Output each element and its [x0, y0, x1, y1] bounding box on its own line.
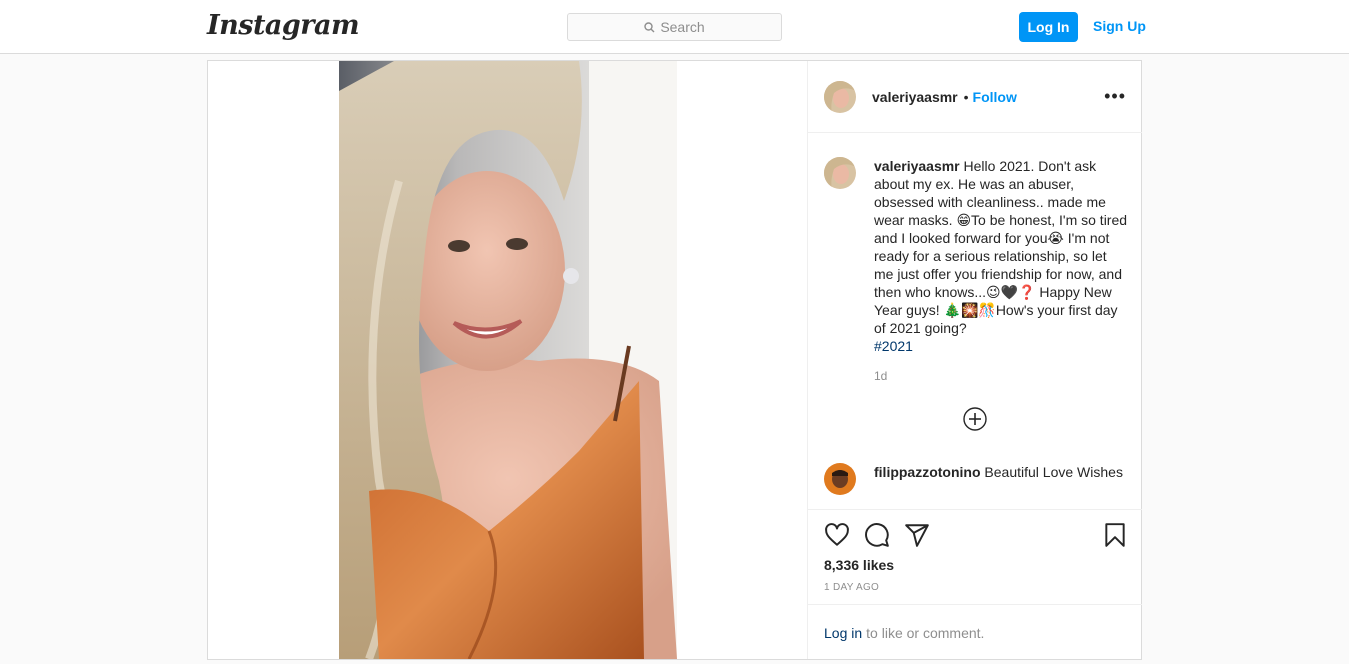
avatar[interactable] — [824, 463, 856, 495]
login-link[interactable]: Log in — [824, 625, 862, 641]
separator-dot: • — [963, 88, 969, 105]
post-caption: valeriyaasmr Hello 2021. Don't ask about… — [824, 157, 1129, 355]
paper-plane-icon[interactable] — [904, 522, 930, 548]
search-input[interactable]: Search — [567, 13, 782, 41]
post-actions: 8,336 likes 1 DAY AGO Log in to like or … — [808, 509, 1142, 659]
signup-link[interactable]: Sign Up — [1093, 18, 1146, 34]
caption-timestamp[interactable]: 1d — [874, 369, 887, 383]
plus-circle-icon[interactable] — [963, 407, 987, 431]
avatar[interactable] — [824, 80, 856, 113]
post-card: valeriyaasmr • Follow ••• valeriyaasmr H… — [207, 60, 1142, 660]
bookmark-icon[interactable] — [1102, 522, 1128, 548]
search-placeholder: Search — [660, 19, 705, 35]
comment-text: filippazzotonino Beautiful Love Wishes — [874, 463, 1129, 495]
hashtag-link[interactable]: #2021 — [874, 338, 913, 354]
top-navigation: Instagram Search Log In Sign Up — [0, 0, 1349, 54]
caption-body: Hello 2021. Don't ask about my ex. He wa… — [874, 158, 1128, 336]
login-prompt: Log in to like or comment. — [808, 604, 1142, 660]
comment-item: filippazzotonino Beautiful Love Wishes — [824, 463, 1129, 495]
comment-username[interactable]: filippazzotonino — [874, 464, 981, 480]
login-button[interactable]: Log In — [1019, 12, 1078, 42]
post-author-username[interactable]: valeriyaasmr — [872, 89, 958, 105]
caption-username[interactable]: valeriyaasmr — [874, 158, 960, 174]
caption-text: valeriyaasmr Hello 2021. Don't ask about… — [874, 157, 1129, 355]
post-photo[interactable] — [339, 61, 677, 659]
heart-icon[interactable] — [824, 522, 850, 548]
comment-bubble-icon[interactable] — [864, 522, 890, 548]
instagram-logo[interactable]: Instagram — [207, 10, 360, 41]
post-date[interactable]: 1 DAY AGO — [824, 582, 879, 593]
avatar[interactable] — [824, 157, 856, 189]
post-sidebar: valeriyaasmr • Follow ••• valeriyaasmr H… — [807, 61, 1142, 659]
likes-count[interactable]: 8,336 likes — [824, 557, 894, 573]
follow-button[interactable]: Follow — [973, 89, 1017, 105]
comment-body: Beautiful Love Wishes — [984, 464, 1123, 480]
login-prompt-text: to like or comment. — [866, 624, 985, 641]
more-options-icon[interactable]: ••• — [1104, 87, 1126, 105]
search-icon — [644, 21, 655, 33]
post-media-area — [208, 61, 807, 659]
post-header: valeriyaasmr • Follow ••• — [808, 61, 1142, 133]
